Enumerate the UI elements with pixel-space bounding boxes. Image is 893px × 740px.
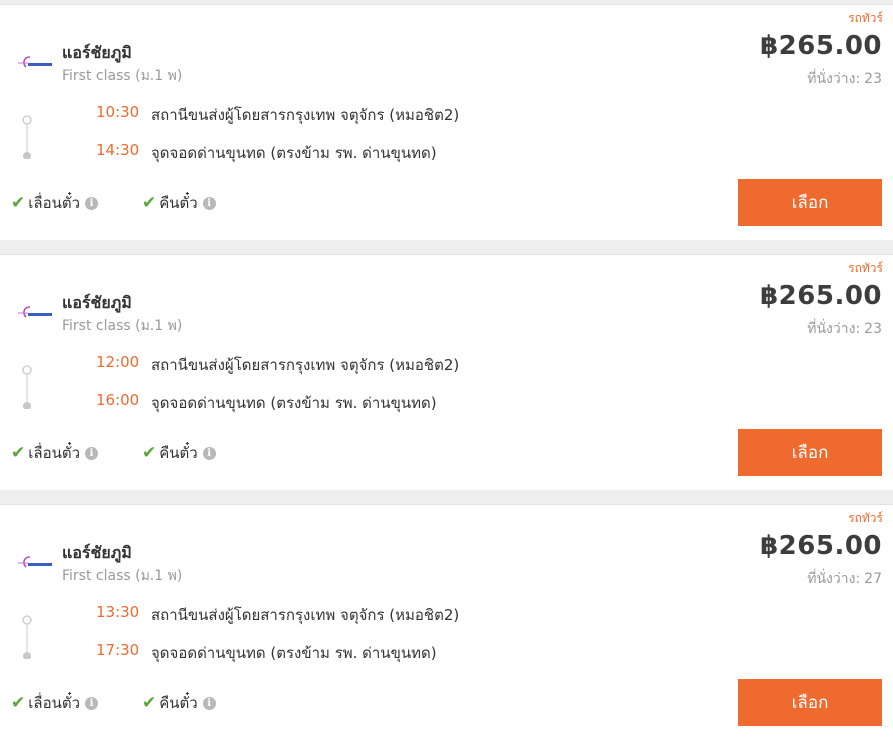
arrival-time: 17:30 (96, 641, 140, 659)
refund-ticket-policy: ✔ คืนตั๋ว i (142, 441, 216, 465)
check-icon: ✔ (142, 193, 157, 213)
bus-type-tag: รถทัวร์ (848, 511, 883, 525)
seats-value: 27 (864, 571, 882, 587)
departure-time: 10:30 (96, 103, 140, 121)
price: ฿265.00 (760, 31, 882, 61)
change-ticket-policy: ✔ เลื่อนตั๋ว i (11, 191, 98, 215)
seats-label: ที่นั่งว่าง: (807, 571, 861, 587)
route-timeline (22, 115, 32, 159)
seats-available: ที่นั่งว่าง: 23 (807, 318, 882, 340)
departure-place: สถานีขนส่งผู้โดยสารกรุงเทพ จตุจักร (หมอช… (151, 606, 460, 624)
arrival-place: จุดจอดด่านขุนทด (ตรงข้าม รพ. ด่านขุนทด) (151, 394, 437, 412)
check-icon: ✔ (11, 693, 26, 713)
info-icon[interactable]: i (85, 446, 98, 460)
select-button[interactable]: เลือก (738, 679, 882, 726)
info-icon[interactable]: i (202, 696, 216, 710)
departure-place: สถานีขนส่งผู้โดยสารกรุงเทพ จตุจักร (หมอช… (151, 106, 460, 124)
departure-time: 13:30 (96, 603, 140, 621)
arrival-time: 14:30 (96, 141, 140, 159)
check-icon: ✔ (11, 443, 26, 463)
route-timeline (22, 365, 32, 409)
refund-ticket-label: คืนตั๋ว (159, 694, 198, 712)
info-icon[interactable]: i (85, 696, 98, 710)
check-icon: ✔ (142, 693, 157, 713)
info-icon[interactable]: i (202, 196, 216, 210)
departure-place: สถานีขนส่งผู้โดยสารกรุงเทพ จตุจักร (หมอช… (151, 356, 460, 374)
change-ticket-label: เลื่อนตั๋ว (28, 194, 80, 212)
select-button[interactable]: เลือก (738, 429, 882, 476)
operator-name: แอร์ชัยภูมิ (62, 293, 132, 312)
trip-list: รถทัวร์ แอร์ชัยภูมิ First class (ม.1 พ) … (0, 0, 893, 740)
bus-class: First class (ม.1 พ) (62, 318, 183, 334)
trip-card: รถทัวร์ แอร์ชัยภูมิ First class (ม.1 พ) … (0, 504, 893, 740)
seats-label: ที่นั่งว่าง: (807, 71, 861, 87)
operator-name: แอร์ชัยภูมิ (62, 43, 132, 62)
seats-available: ที่นั่งว่าง: 23 (807, 68, 882, 90)
seats-label: ที่นั่งว่าง: (807, 321, 861, 337)
bus-class: First class (ม.1 พ) (62, 68, 183, 84)
refund-ticket-label: คืนตั๋ว (159, 444, 198, 462)
arrival-time: 16:00 (96, 391, 140, 409)
change-ticket-label: เลื่อนตั๋ว (28, 694, 80, 712)
operator-logo (18, 56, 52, 68)
operator-logo (18, 556, 52, 568)
route-timeline (22, 615, 32, 659)
info-icon[interactable]: i (202, 446, 216, 460)
trip-card: รถทัวร์ แอร์ชัยภูมิ First class (ม.1 พ) … (0, 254, 893, 490)
arrival-place: จุดจอดด่านขุนทด (ตรงข้าม รพ. ด่านขุนทด) (151, 144, 437, 162)
seats-value: 23 (864, 321, 882, 337)
check-icon: ✔ (11, 193, 26, 213)
check-icon: ✔ (142, 443, 157, 463)
arrival-place: จุดจอดด่านขุนทด (ตรงข้าม รพ. ด่านขุนทด) (151, 644, 437, 662)
seats-value: 23 (864, 71, 882, 87)
refund-ticket-label: คืนตั๋ว (159, 194, 198, 212)
change-ticket-policy: ✔ เลื่อนตั๋ว i (11, 691, 98, 715)
bus-type-tag: รถทัวร์ (848, 11, 883, 25)
change-ticket-label: เลื่อนตั๋ว (28, 444, 80, 462)
select-button[interactable]: เลือก (738, 179, 882, 226)
refund-ticket-policy: ✔ คืนตั๋ว i (142, 191, 216, 215)
operator-logo (18, 306, 52, 318)
departure-time: 12:00 (96, 353, 140, 371)
bus-type-tag: รถทัวร์ (848, 261, 883, 275)
operator-name: แอร์ชัยภูมิ (62, 543, 132, 562)
trip-card: รถทัวร์ แอร์ชัยภูมิ First class (ม.1 พ) … (0, 4, 893, 240)
price: ฿265.00 (760, 531, 882, 561)
info-icon[interactable]: i (85, 196, 98, 210)
price: ฿265.00 (760, 281, 882, 311)
seats-available: ที่นั่งว่าง: 27 (807, 568, 882, 590)
refund-ticket-policy: ✔ คืนตั๋ว i (142, 691, 216, 715)
bus-class: First class (ม.1 พ) (62, 568, 183, 584)
change-ticket-policy: ✔ เลื่อนตั๋ว i (11, 441, 98, 465)
